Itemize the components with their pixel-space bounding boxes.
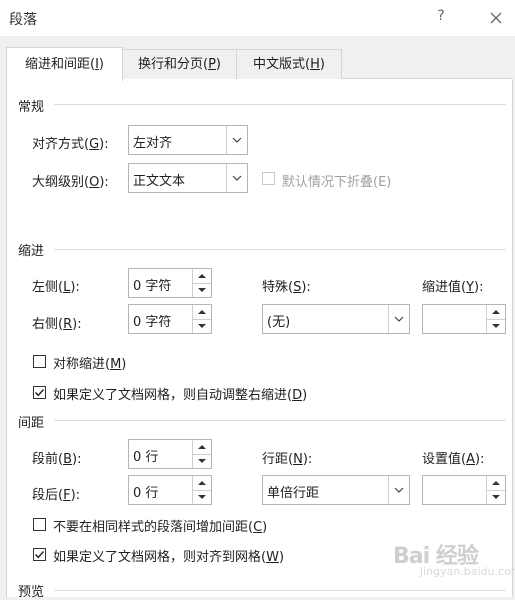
indent-left-label: 左侧(L):	[32, 280, 80, 295]
spacing-after-spinner[interactable]: 0 行	[128, 475, 212, 505]
spin-down-icon[interactable]	[487, 319, 505, 333]
chevron-down-icon	[388, 305, 409, 333]
spin-up-icon[interactable]	[193, 269, 211, 284]
tab-indents-spacing[interactable]: 缩进和间距(I)	[6, 47, 123, 81]
spin-up-icon[interactable]	[487, 476, 505, 491]
indent-right-label: 右侧(R):	[32, 317, 82, 332]
divider	[54, 104, 506, 105]
no-space-same-style-checkbox[interactable]	[33, 518, 46, 531]
chevron-down-icon	[226, 126, 247, 154]
indent-left-spinner[interactable]: 0 字符	[128, 268, 212, 298]
section-heading-preview: 预览	[18, 585, 45, 600]
auto-adjust-right-indent-checkbox[interactable]	[33, 386, 46, 399]
snap-to-grid-label: 如果定义了文档网格，则对齐到网格(W)	[53, 550, 285, 565]
alignment-label: 对齐方式(G):	[32, 137, 109, 152]
line-spacing-dropdown[interactable]: 单倍行距	[262, 475, 410, 505]
special-indent-label: 特殊(S):	[262, 280, 311, 295]
checkmark-icon	[35, 551, 45, 559]
mirror-indents-label: 对称缩进(M)	[53, 357, 127, 372]
auto-adjust-right-indent-label: 如果定义了文档网格，则自动调整右缩进(D)	[53, 388, 308, 403]
spin-up-icon[interactable]	[193, 305, 211, 320]
divider	[54, 420, 506, 421]
chevron-down-icon	[226, 164, 247, 192]
section-heading-general: 常规	[18, 100, 45, 115]
line-spacing-label: 行距(N):	[262, 452, 313, 467]
close-icon[interactable]	[488, 10, 504, 26]
tab-line-page-breaks[interactable]: 换行和分页(P)	[122, 49, 237, 79]
outline-level-dropdown[interactable]: 正文文本	[128, 163, 248, 193]
section-heading-spacing: 间距	[18, 416, 45, 431]
outline-level-label: 大纲级别(O):	[32, 175, 109, 190]
collapse-by-default-label: 默认情况下折叠(E)	[282, 175, 392, 190]
dialog-title: 段落	[9, 12, 37, 28]
snap-to-grid-checkbox[interactable]	[33, 548, 46, 561]
no-space-same-style-label: 不要在相同样式的段落间增加间距(C)	[53, 520, 268, 535]
spacing-before-label: 段前(B):	[32, 452, 82, 467]
spin-down-icon[interactable]	[193, 454, 211, 468]
spin-up-icon[interactable]	[487, 305, 505, 320]
spin-down-icon[interactable]	[193, 490, 211, 504]
spin-down-icon[interactable]	[193, 283, 211, 297]
indent-right-spinner[interactable]: 0 字符	[128, 304, 212, 334]
divider	[54, 249, 506, 250]
spacing-at-label: 设置值(A):	[422, 452, 485, 467]
section-heading-indent: 缩进	[18, 244, 45, 259]
indent-by-spinner[interactable]	[422, 304, 506, 334]
special-indent-dropdown[interactable]: (无)	[262, 304, 410, 334]
chevron-down-icon	[388, 476, 409, 504]
spacing-at-spinner[interactable]	[422, 475, 506, 505]
tab-asian-typography[interactable]: 中文版式(H)	[236, 49, 342, 79]
spacing-after-label: 段后(F):	[32, 488, 81, 503]
spin-down-icon[interactable]	[487, 490, 505, 504]
spin-up-icon[interactable]	[193, 440, 211, 455]
spin-down-icon[interactable]	[193, 319, 211, 333]
spin-up-icon[interactable]	[193, 476, 211, 491]
indent-by-label: 缩进值(Y):	[422, 280, 484, 295]
divider	[54, 590, 506, 591]
checkmark-icon	[35, 389, 45, 397]
help-button[interactable]: ?	[433, 8, 449, 24]
collapse-by-default-checkbox[interactable]	[262, 172, 275, 185]
watermark-url: jingyan.baidu.com	[420, 565, 515, 578]
alignment-dropdown[interactable]: 左对齐	[128, 125, 248, 155]
mirror-indents-checkbox[interactable]	[33, 355, 46, 368]
spacing-before-spinner[interactable]: 0 行	[128, 439, 212, 469]
